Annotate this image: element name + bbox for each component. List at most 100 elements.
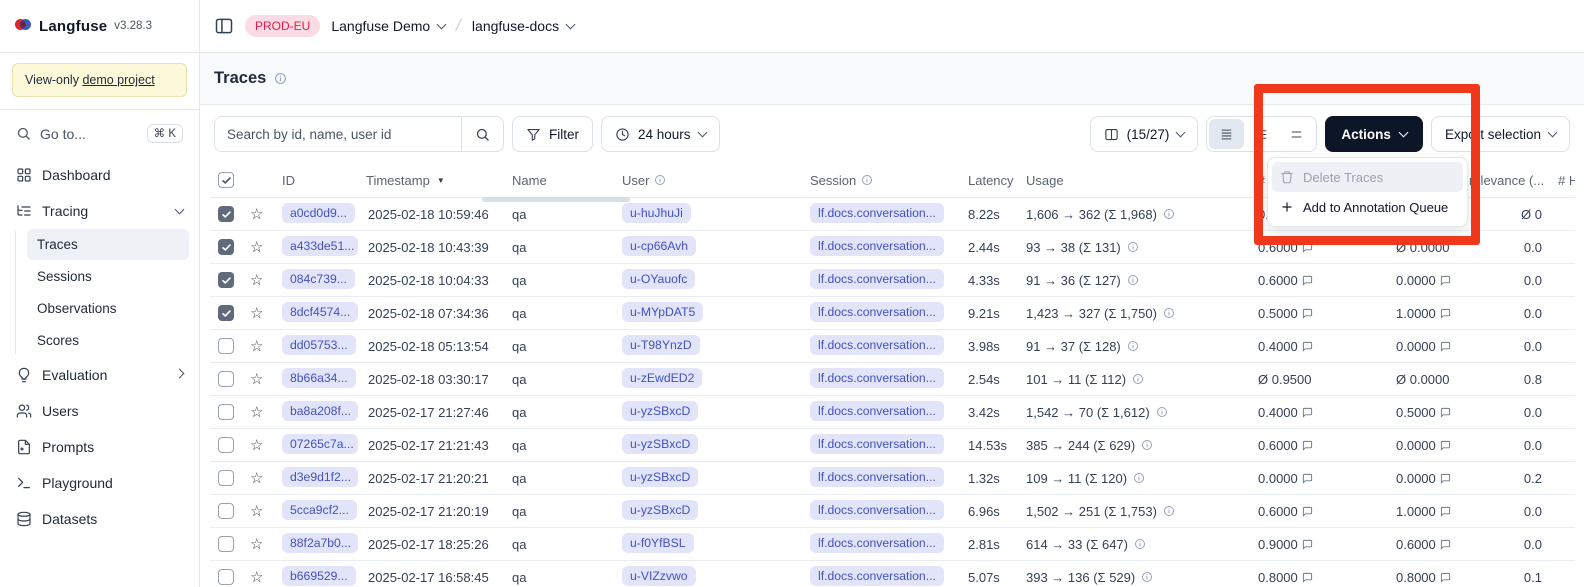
sidebar-item-evaluation[interactable]: Evaluation [0,357,199,393]
star-icon[interactable]: ☆ [250,338,263,355]
trace-id-badge[interactable]: dd05753... [282,335,356,355]
trace-id-badge[interactable]: 8b66a34... [282,368,356,388]
info-icon[interactable] [1134,538,1146,550]
comment-icon[interactable] [1302,440,1313,451]
time-range-button[interactable]: 24 hours [601,116,720,152]
trace-id-badge[interactable]: ba8a208f... [282,401,358,421]
user-badge[interactable]: u-VIZzvwo [622,566,696,586]
trace-id-badge[interactable]: d3e9d1f2... [282,467,358,487]
info-icon[interactable] [1133,472,1145,484]
row-checkbox[interactable] [218,239,234,255]
info-icon[interactable] [1163,307,1175,319]
star-icon[interactable]: ☆ [250,536,263,553]
org-selector[interactable]: Langfuse Demo [331,18,445,34]
header-latency[interactable]: Latency [968,173,1026,188]
table-row[interactable]: ☆ dd05753... 2025-02-18 05:13:54 qa u-T9… [210,330,1575,363]
user-badge[interactable]: u-yzSBxcD [622,500,698,520]
trace-id-badge[interactable]: 5cca9cf2... [282,500,357,520]
header-name[interactable]: Name [512,173,622,188]
columns-button[interactable]: (15/27) [1090,116,1199,152]
comment-icon[interactable] [1440,506,1451,517]
sidebar-item-datasets[interactable]: Datasets [0,501,199,537]
panel-left-icon[interactable] [214,16,234,36]
session-badge[interactable]: lf.docs.conversation... [810,533,944,553]
comment-icon[interactable] [1302,539,1313,550]
comment-icon[interactable] [1440,308,1451,319]
user-badge[interactable]: u-yzSBxcD [622,401,698,421]
star-icon[interactable]: ☆ [250,206,263,223]
table-row[interactable]: ☆ 8dcf4574... 2025-02-18 07:34:36 qa u-M… [210,297,1575,330]
menu-item-delete-traces[interactable]: Delete Traces [1272,162,1463,192]
row-height-medium-button[interactable] [1244,119,1279,149]
user-badge[interactable]: u-MYpDAT5 [622,302,703,322]
row-checkbox[interactable] [218,470,234,486]
info-icon[interactable] [1163,505,1175,517]
row-checkbox[interactable] [218,503,234,519]
star-icon[interactable]: ☆ [250,404,263,421]
comment-icon[interactable] [1302,572,1313,583]
row-checkbox[interactable] [218,437,234,453]
table-row[interactable]: ☆ 5cca9cf2... 2025-02-17 21:20:19 qa u-y… [210,495,1575,528]
star-icon[interactable]: ☆ [250,305,263,322]
table-row[interactable]: ☆ 07265c7a... 2025-02-17 21:21:43 qa u-y… [210,429,1575,462]
info-icon[interactable] [1127,274,1139,286]
filter-button[interactable]: Filter [512,116,593,152]
row-checkbox[interactable] [218,206,234,222]
comment-icon[interactable] [1440,539,1451,550]
header-score-d[interactable]: # H [1558,173,1575,188]
comment-icon[interactable] [1302,308,1313,319]
session-badge[interactable]: lf.docs.conversation... [810,368,944,388]
project-selector[interactable]: langfuse-docs [472,18,574,34]
demo-project-link[interactable]: demo project [82,73,154,87]
comment-icon[interactable] [1302,341,1313,352]
sidebar-item-traces[interactable]: Traces [27,229,189,260]
user-badge[interactable]: u-f0YfBSL [622,533,694,553]
session-badge[interactable]: lf.docs.conversation... [810,500,944,520]
row-checkbox[interactable] [218,338,234,354]
trace-id-badge[interactable]: b669529... [282,566,356,586]
info-icon[interactable] [1132,373,1144,385]
user-badge[interactable]: u-zEwdED2 [622,368,702,388]
user-badge[interactable]: u-huJhuJi [622,203,691,223]
trace-id-badge[interactable]: 07265c7a... [282,434,358,454]
header-session[interactable]: Session [810,173,968,188]
session-badge[interactable]: lf.docs.conversation... [810,203,944,223]
comment-icon[interactable] [1440,341,1451,352]
trace-id-badge[interactable]: a433de51... [282,236,358,256]
sidebar-item-users[interactable]: Users [0,393,199,429]
table-row[interactable]: ☆ 084c739... 2025-02-18 10:04:33 qa u-OY… [210,264,1575,297]
sidebar-item-playground[interactable]: Playground [0,465,199,501]
comment-icon[interactable] [1440,572,1451,583]
table-row[interactable]: ☆ ba8a208f... 2025-02-17 21:27:46 qa u-y… [210,396,1575,429]
info-icon[interactable] [1127,241,1139,253]
user-badge[interactable]: u-OYauofc [622,269,695,289]
row-height-tall-button[interactable] [1279,119,1314,149]
star-icon[interactable]: ☆ [250,239,263,256]
table-row[interactable]: ☆ d3e9d1f2... 2025-02-17 21:20:21 qa u-y… [210,462,1575,495]
table-row[interactable]: ☆ 88f2a7b0... 2025-02-17 18:25:26 qa u-f… [210,528,1575,561]
comment-icon[interactable] [1302,242,1313,253]
star-icon[interactable]: ☆ [250,272,263,289]
search-input[interactable] [215,117,461,151]
star-icon[interactable]: ☆ [250,470,263,487]
row-checkbox[interactable] [218,536,234,552]
comment-icon[interactable] [1440,407,1451,418]
row-checkbox[interactable] [218,272,234,288]
star-icon[interactable]: ☆ [250,569,263,586]
sidebar-item-prompts[interactable]: Prompts [0,429,199,465]
trace-id-badge[interactable]: a0cd0d9... [282,203,355,223]
sidebar-item-tracing[interactable]: Tracing [0,193,199,229]
row-height-compact-button[interactable] [1209,119,1244,149]
session-badge[interactable]: lf.docs.conversation... [810,236,944,256]
actions-button[interactable]: Actions [1325,116,1423,152]
user-badge[interactable]: u-yzSBxcD [622,434,698,454]
comment-icon[interactable] [1302,473,1313,484]
row-checkbox[interactable] [218,569,234,585]
comment-icon[interactable] [1440,440,1451,451]
info-icon[interactable] [1141,439,1153,451]
session-badge[interactable]: lf.docs.conversation... [810,269,944,289]
trace-id-badge[interactable]: 8dcf4574... [282,302,358,322]
session-badge[interactable]: lf.docs.conversation... [810,566,944,586]
menu-item-add-to-annotation-queue[interactable]: Add to Annotation Queue [1272,192,1463,222]
comment-icon[interactable] [1440,275,1451,286]
